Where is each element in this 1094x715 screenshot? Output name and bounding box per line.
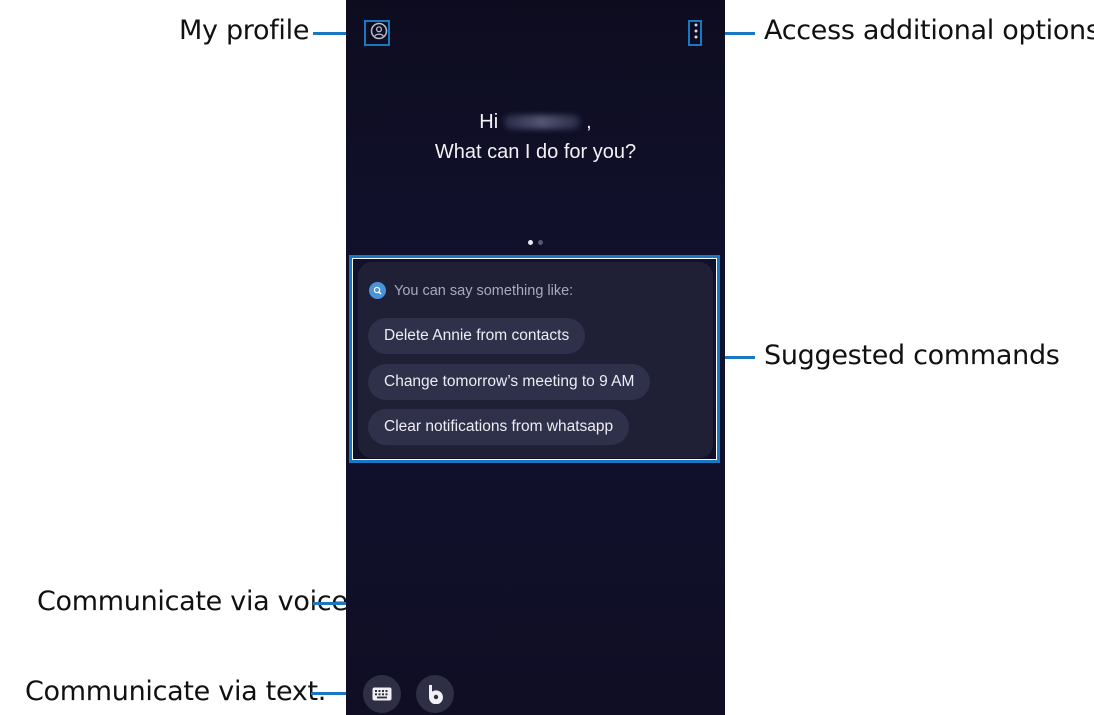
voice-button[interactable]	[416, 675, 454, 713]
command-chip-3[interactable]: Clear notifications from whatsapp	[368, 409, 630, 445]
suggestions-card: You can say something like: Delete Annie…	[358, 262, 713, 458]
command-chip-2[interactable]: Change tomorrow’s meeting to 9 AM	[368, 364, 651, 400]
blurred-user-name	[504, 115, 581, 129]
command-chip-1[interactable]: Delete Annie from contacts	[368, 318, 586, 354]
greeting-hi: Hi	[479, 111, 499, 133]
keyboard-icon	[372, 687, 392, 701]
page-dot-2	[538, 240, 543, 245]
callout-suggested: Suggested commands	[764, 340, 1060, 371]
greeting: Hi , What can I do for you?	[346, 107, 725, 167]
profile-icon	[370, 22, 388, 40]
greeting-question: What can I do for you?	[434, 141, 637, 163]
more-vertical-icon	[694, 23, 698, 39]
callout-my-profile: My profile	[179, 15, 310, 46]
greeting-comma: ,	[586, 111, 592, 133]
bixby-icon	[428, 685, 443, 704]
callout-text: Communicate via text.	[25, 676, 327, 707]
page-dot-1	[528, 240, 533, 245]
suggestion-hint: You can say something like:	[369, 282, 573, 299]
callout-more-options: Access additional options.	[764, 15, 1094, 46]
callout-voice: Communicate via voice.	[37, 586, 356, 617]
search-icon	[369, 282, 386, 299]
page-indicator	[346, 240, 725, 245]
assistant-screen: Hi , What can I do for you? You can say …	[346, 0, 725, 715]
suggestion-hint-text: You can say something like:	[394, 282, 574, 299]
keyboard-button[interactable]	[363, 675, 401, 713]
profile-button[interactable]	[370, 22, 388, 45]
more-options-button[interactable]	[692, 22, 700, 45]
